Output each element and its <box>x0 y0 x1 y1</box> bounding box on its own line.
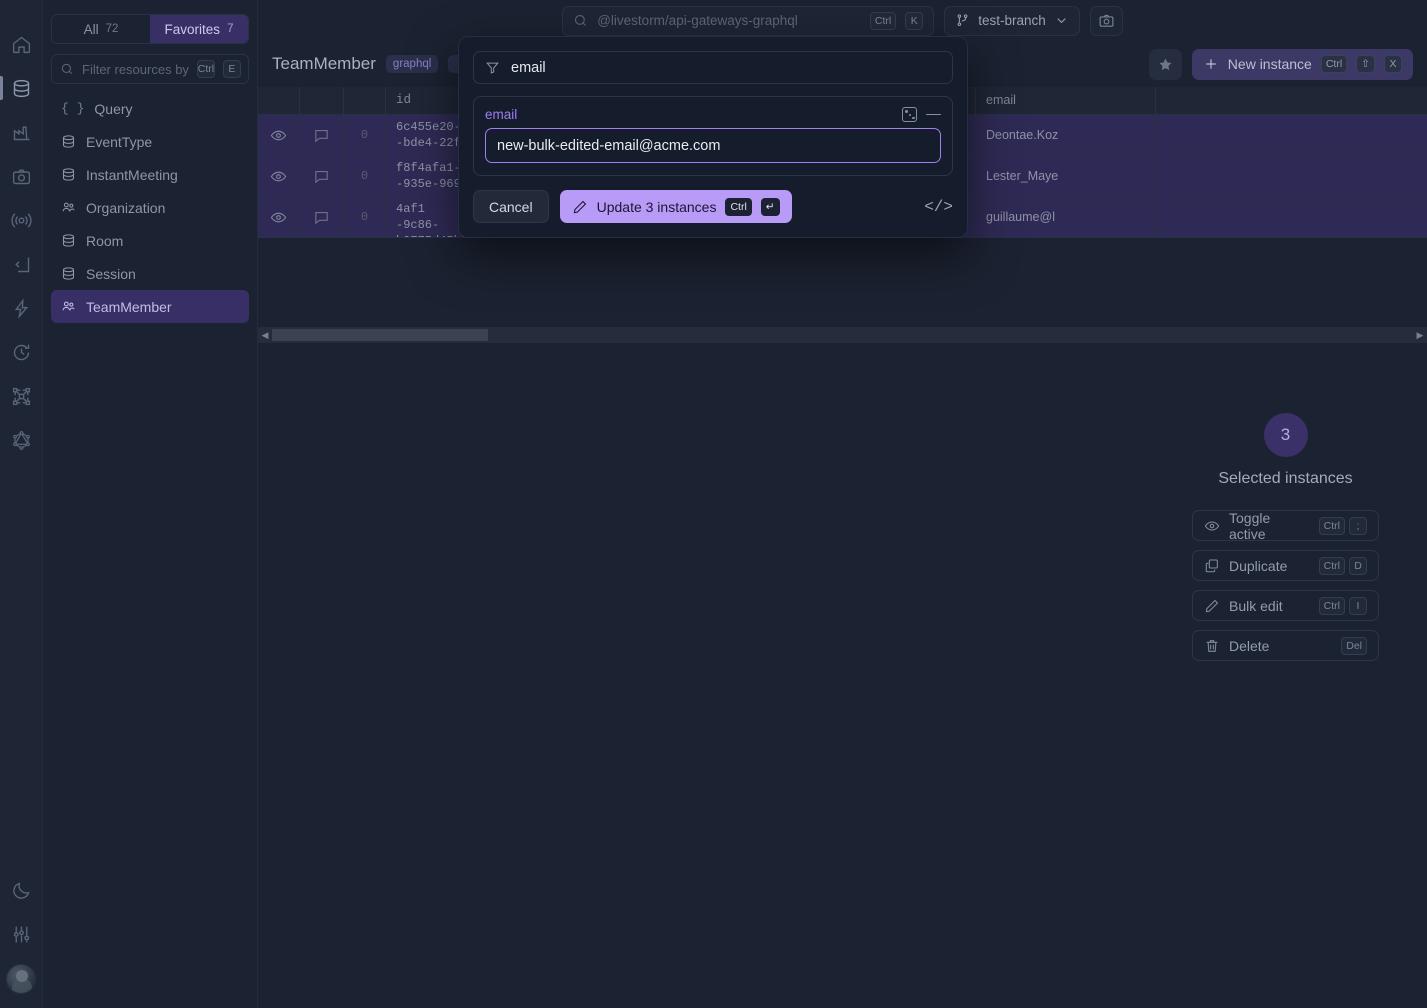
field-filter-value: email <box>511 59 546 76</box>
code-view-icon[interactable]: </> <box>924 198 953 216</box>
pencil-icon <box>573 200 586 213</box>
field-editor-header: email <box>485 107 941 122</box>
dialog-footer: Cancel Update 3 instances Ctrl ↵ </> <box>473 190 953 223</box>
dice-icon[interactable] <box>902 107 917 122</box>
field-editor: email <box>473 96 953 176</box>
minus-icon[interactable] <box>926 113 941 116</box>
update-instances-button[interactable]: Update 3 instances Ctrl ↵ <box>559 190 792 223</box>
field-value-input[interactable] <box>485 128 941 163</box>
field-tools <box>902 107 941 122</box>
bulk-edit-dialog: email email Cancel Update 3 instances Ct… <box>458 36 968 238</box>
field-name-label: email <box>485 107 518 122</box>
update-key-ctrl: Ctrl <box>725 197 752 216</box>
update-key-enter: ↵ <box>760 197 780 216</box>
field-filter-input[interactable]: email <box>473 51 953 84</box>
update-instances-label: Update 3 instances <box>596 198 717 215</box>
filter-icon <box>486 62 499 74</box>
cancel-button[interactable]: Cancel <box>473 190 549 223</box>
